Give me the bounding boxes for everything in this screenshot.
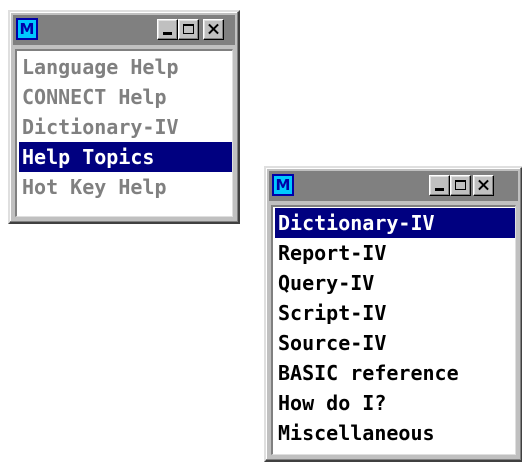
minimize-button[interactable] xyxy=(429,175,450,196)
maximize-button[interactable] xyxy=(178,19,199,40)
maximize-button[interactable] xyxy=(450,175,471,196)
app-m-icon[interactable]: M xyxy=(272,174,294,196)
list-item-miscellaneous[interactable]: Miscellaneous xyxy=(275,418,515,448)
list-item-report-iv[interactable]: Report-IV xyxy=(275,238,515,268)
list-item-script-iv[interactable]: Script-IV xyxy=(275,298,515,328)
help-menu-titlebar[interactable]: M xyxy=(13,15,235,45)
app-icon-letter: M xyxy=(275,175,291,194)
minimize-button[interactable] xyxy=(157,19,178,40)
list-item-help-topics[interactable]: Help Topics xyxy=(19,142,232,172)
list-item-query-iv[interactable]: Query-IV xyxy=(275,268,515,298)
maximize-icon xyxy=(183,24,194,34)
help-menu-list[interactable]: Language Help CONNECT Help Dictionary-IV… xyxy=(15,49,233,217)
help-topics-window: M Dictionary-IV Report-IV Query-IV Scrip… xyxy=(264,166,522,462)
list-item-how-do-i[interactable]: How do I? xyxy=(275,388,515,418)
help-menu-window: M Language Help CONNECT Help Dictionary-… xyxy=(8,10,240,224)
close-icon xyxy=(204,20,223,39)
close-icon xyxy=(474,176,493,195)
close-button[interactable] xyxy=(473,175,494,196)
list-item-dictionary-iv[interactable]: Dictionary-IV xyxy=(19,112,232,142)
list-item-source-iv[interactable]: Source-IV xyxy=(275,328,515,358)
close-button[interactable] xyxy=(203,19,224,40)
minimize-icon xyxy=(163,32,172,35)
help-topics-titlebar[interactable]: M xyxy=(269,171,518,201)
list-item-basic-reference[interactable]: BASIC reference xyxy=(275,358,515,388)
maximize-icon xyxy=(455,180,466,190)
help-topics-list[interactable]: Dictionary-IV Report-IV Query-IV Script-… xyxy=(271,205,516,455)
app-icon-letter: M xyxy=(19,19,35,38)
app-m-icon[interactable]: M xyxy=(16,18,38,40)
list-item-language-help[interactable]: Language Help xyxy=(19,52,232,82)
list-item-dictionary-iv[interactable]: Dictionary-IV xyxy=(275,208,515,238)
list-item-connect-help[interactable]: CONNECT Help xyxy=(19,82,232,112)
minimize-icon xyxy=(435,188,444,191)
list-item-hot-key-help[interactable]: Hot Key Help xyxy=(19,172,232,202)
